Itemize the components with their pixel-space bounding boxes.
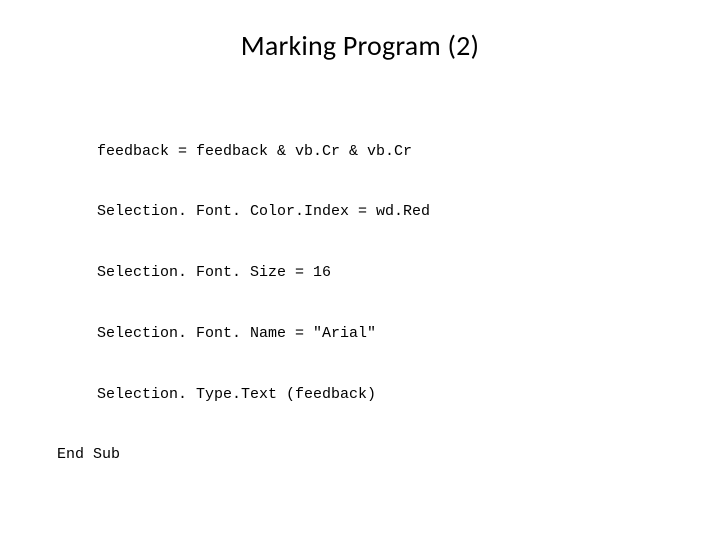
- code-line-2: Selection. Font. Color.Index = wd.Red: [57, 202, 665, 222]
- code-line-3: Selection. Font. Size = 16: [57, 263, 665, 283]
- slide-container: Marking Program (2) feedback = feedback …: [0, 0, 720, 540]
- code-line-6: End Sub: [57, 445, 665, 465]
- code-line-1: feedback = feedback & vb.Cr & vb.Cr: [57, 142, 665, 162]
- code-line-4: Selection. Font. Name = "Arial": [57, 324, 665, 344]
- code-line-5: Selection. Type.Text (feedback): [57, 385, 665, 405]
- code-block: feedback = feedback & vb.Cr & vb.Cr Sele…: [55, 101, 665, 506]
- slide-title: Marking Program (2): [55, 28, 665, 63]
